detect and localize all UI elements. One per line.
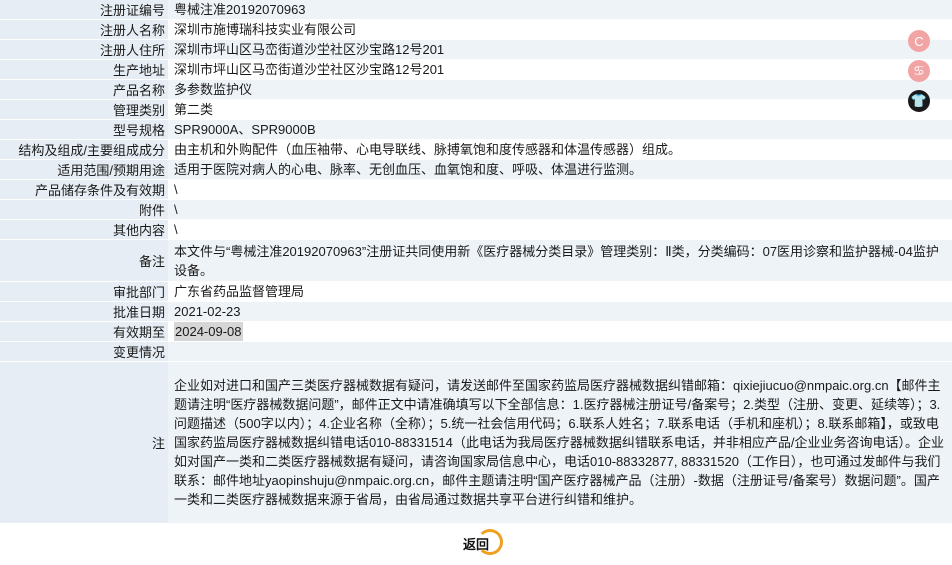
detail-table: 注册证编号 粤械注准20192070963 注册人名称 深圳市施博瑞科技实业有限… [0,0,952,524]
row-label: 批准日期 [0,302,168,321]
row-value: 适用于医院对病人的心电、脉率、无创血压、血氧饱和度、呼吸、体温进行监测。 [168,160,952,179]
row-valid-until: 有效期至 2024-09-08 [0,322,952,342]
row-value: 2021-02-23 [168,302,952,321]
row-registrant-name: 注册人名称 深圳市施博瑞科技实业有限公司 [0,20,952,40]
row-value: 由主机和外购配件（血压袖带、心电导联线、脉搏氧饱和度传感器和体温传感器）组成。 [168,140,952,159]
shirt-icon[interactable]: 👕 [908,90,930,112]
floating-toolbar: C ♋ 👕 [900,30,952,120]
back-ring-icon [477,529,503,555]
row-value: 广东省药品监督管理局 [168,282,952,301]
row-approval-date: 批准日期 2021-02-23 [0,302,952,322]
row-registrant-address: 注册人住所 深圳市坪山区马峦街道沙坣社区沙宝路12号201 [0,40,952,60]
row-changes: 变更情况 [0,342,952,362]
row-label: 管理类别 [0,100,168,119]
row-intended-use: 适用范围/预期用途 适用于医院对病人的心电、脉率、无创血压、血氧饱和度、呼吸、体… [0,160,952,180]
row-storage: 产品储存条件及有效期 \ [0,180,952,200]
row-note: 注 企业如对进口和国产三类医疗器械数据有疑问，请发送邮件至国家药监局医疗器械数据… [0,362,952,524]
row-label: 注册人名称 [0,20,168,39]
row-value: \ [168,200,952,219]
c-logo-icon[interactable]: C [908,30,930,52]
row-product-name: 产品名称 多参数监护仪 [0,80,952,100]
row-remarks: 备注 本文件与“粤械注准20192070963”注册证共同使用新《医疗器械分类目… [0,240,952,282]
note-text: 企业如对进口和国产三类医疗器械数据有疑问，请发送邮件至国家药监局医疗器械数据纠错… [168,362,952,523]
row-label: 备注 [0,240,168,281]
row-value: \ [168,220,952,239]
row-value: 本文件与“粤械注准20192070963”注册证共同使用新《医疗器械分类目录》管… [168,240,952,281]
row-value [168,342,952,361]
row-value: 深圳市坪山区马峦街道沙坣社区沙宝路12号201 [168,60,952,79]
row-value: \ [168,180,952,199]
row-label: 注册人住所 [0,40,168,59]
row-label: 生产地址 [0,60,168,79]
row-model-spec: 型号规格 SPR9000A、SPR9000B [0,120,952,140]
row-label: 附件 [0,200,168,219]
row-label: 注 [0,362,168,523]
back-area: 返回 [0,526,952,560]
row-management-class: 管理类别 第二类 [0,100,952,120]
back-button[interactable]: 返回 [455,529,503,555]
share-icon[interactable]: ♋ [908,60,930,82]
row-value: 多参数监护仪 [168,80,952,99]
row-value: 第二类 [168,100,952,119]
row-label: 有效期至 [0,322,168,341]
row-approval-dept: 审批部门 广东省药品监督管理局 [0,282,952,302]
valid-until-date: 2024-09-08 [174,322,243,341]
row-label: 产品名称 [0,80,168,99]
row-value: 深圳市坪山区马峦街道沙坣社区沙宝路12号201 [168,40,952,59]
row-label: 结构及组成/主要组成成分 [0,140,168,159]
row-attachment: 附件 \ [0,200,952,220]
row-label: 产品储存条件及有效期 [0,180,168,199]
row-label: 变更情况 [0,342,168,361]
row-label: 注册证编号 [0,0,168,19]
row-label: 型号规格 [0,120,168,139]
row-other: 其他内容 \ [0,220,952,240]
row-value: SPR9000A、SPR9000B [168,120,952,139]
row-value: 深圳市施博瑞科技实业有限公司 [168,20,952,39]
row-label: 审批部门 [0,282,168,301]
row-label: 其他内容 [0,220,168,239]
row-reg-number: 注册证编号 粤械注准20192070963 [0,0,952,20]
row-value: 粤械注准20192070963 [168,0,952,19]
row-value: 2024-09-08 [168,322,952,341]
row-production-address: 生产地址 深圳市坪山区马峦街道沙坣社区沙宝路12号201 [0,60,952,80]
row-structure: 结构及组成/主要组成成分 由主机和外购配件（血压袖带、心电导联线、脉搏氧饱和度传… [0,140,952,160]
row-label: 适用范围/预期用途 [0,160,168,179]
